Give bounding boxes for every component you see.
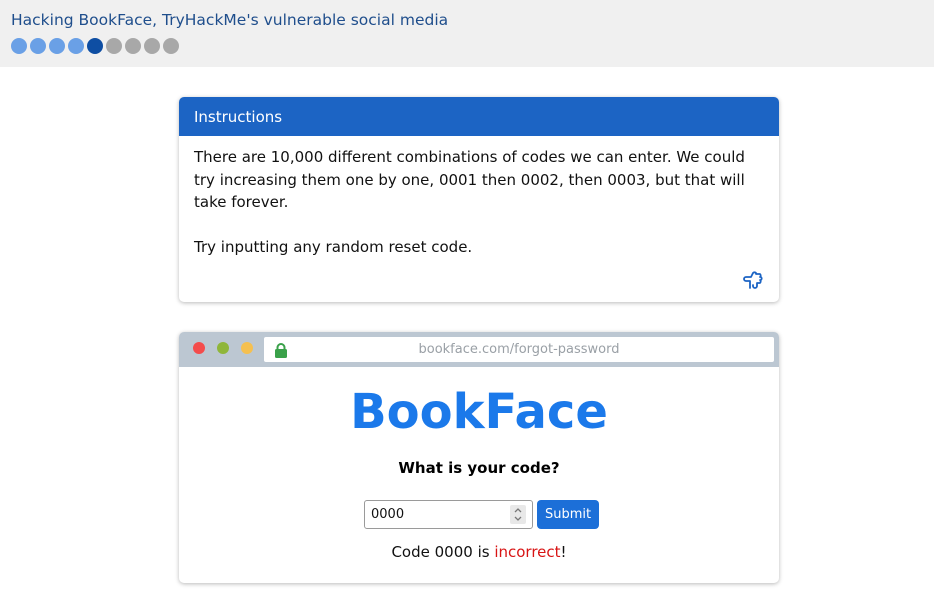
- browser-toolbar: bookface.com/forgot-password: [179, 332, 779, 367]
- result-prefix: Code 0000 is: [391, 543, 495, 561]
- maximize-dot-icon: [241, 342, 253, 354]
- progress-dot[interactable]: [144, 38, 160, 54]
- hint-pointer-icon[interactable]: [743, 268, 767, 292]
- minimize-dot-icon: [217, 342, 229, 354]
- address-bar[interactable]: bookface.com/forgot-password: [264, 337, 774, 362]
- progress-dot[interactable]: [68, 38, 84, 54]
- instructions-card: Instructions There are 10,000 different …: [179, 97, 779, 302]
- progress-dot[interactable]: [30, 38, 46, 54]
- progress-dot[interactable]: [106, 38, 122, 54]
- header-bar: Hacking BookFace, TryHackMe's vulnerable…: [0, 0, 934, 67]
- code-input-value: 0000: [371, 507, 405, 522]
- room-title: Hacking BookFace, TryHackMe's vulnerable…: [11, 11, 449, 29]
- progress-dot[interactable]: [49, 38, 65, 54]
- result-suffix: !: [560, 543, 567, 561]
- url-text: bookface.com/forgot-password: [418, 342, 620, 357]
- close-dot-icon: [193, 342, 205, 354]
- progress-dot[interactable]: [87, 38, 103, 54]
- instructions-body: There are 10,000 different combinations …: [179, 136, 779, 258]
- result-status: incorrect: [494, 543, 561, 561]
- lock-icon: [274, 342, 288, 358]
- code-form: 0000 Submit: [364, 500, 600, 529]
- instructions-header: Instructions: [179, 97, 779, 136]
- progress-dot[interactable]: [163, 38, 179, 54]
- progress-dot[interactable]: [125, 38, 141, 54]
- instructions-paragraph: There are 10,000 different combinations …: [194, 148, 745, 211]
- number-spinner[interactable]: [510, 505, 526, 524]
- submit-button[interactable]: Submit: [537, 500, 600, 529]
- spin-down-icon: [514, 516, 522, 521]
- forgot-password-page: BookFace What is your code? 0000 Submit …: [179, 367, 779, 583]
- code-result-message: Code 0000 is incorrect!: [179, 543, 779, 561]
- code-input[interactable]: 0000: [364, 500, 533, 529]
- bookface-logo: BookFace: [350, 384, 608, 440]
- progress-dot[interactable]: [11, 38, 27, 54]
- instructions-paragraph: Try inputting any random reset code.: [194, 237, 473, 256]
- simulated-browser-window: bookface.com/forgot-password BookFace Wh…: [179, 332, 779, 583]
- progress-dots: [11, 38, 179, 54]
- spin-up-icon: [514, 508, 522, 513]
- code-question: What is your code?: [398, 459, 560, 477]
